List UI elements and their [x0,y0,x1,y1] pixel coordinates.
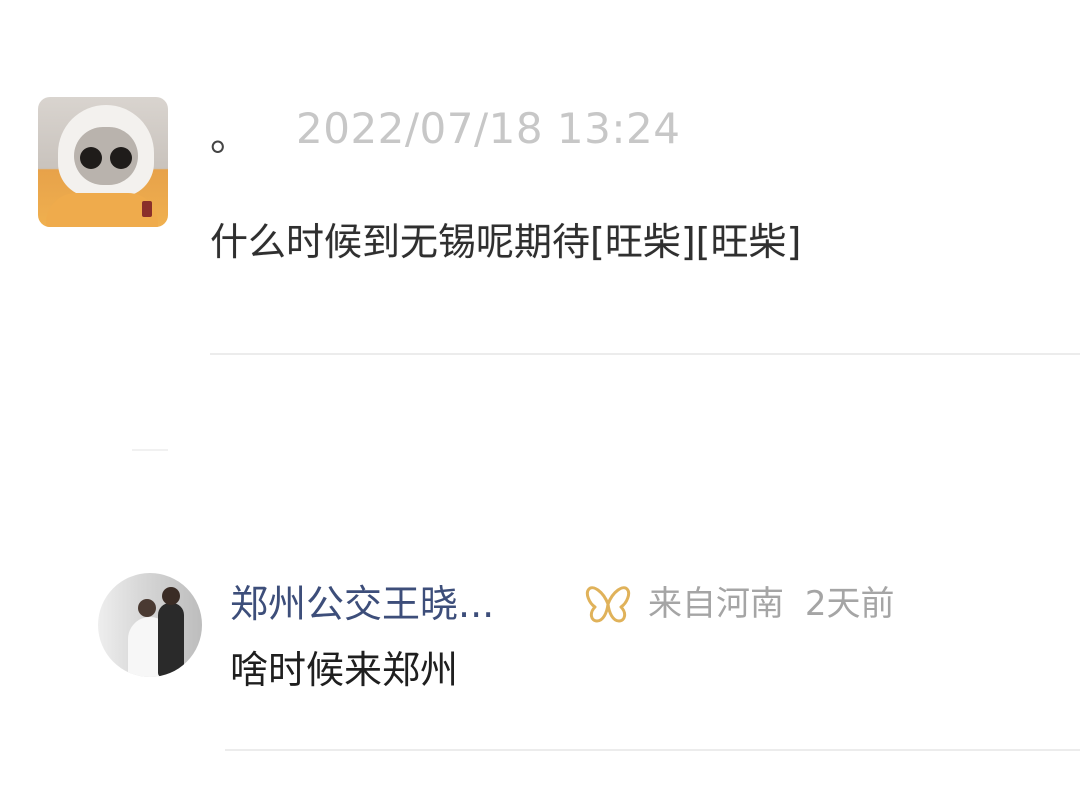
avatar[interactable] [98,573,202,677]
avatar-head-shape [162,587,180,605]
comment-timestamp: 2022/07/18 13:24 [296,104,681,153]
avatar[interactable] [38,97,168,227]
comment-meta: 来自河南 2天前 [648,582,894,626]
divider [225,749,1080,751]
avatar-badge-shape [142,201,152,217]
comment-author[interactable]: 。 [210,112,250,162]
butterfly-left-wing [585,586,610,623]
butterfly-right-wing [606,586,631,623]
avatar-glasses-left [80,147,102,169]
comment-time-ago: 2天前 [804,584,895,624]
comment-text: 啥时候来郑州 [230,648,459,692]
butterfly-vip-icon[interactable] [585,583,631,625]
divider [210,353,1080,355]
avatar-glasses-right [110,147,132,169]
comment-text: 什么时候到无锡呢期待[旺柴][旺柴] [210,220,802,264]
avatar-suit-shape [158,603,184,677]
comment-author[interactable]: 郑州公交王晓... [230,580,494,628]
avatar-head-shape [138,599,156,617]
comment-list: 。 2022/07/18 13:24 什么时候到无锡呢期待[旺柴][旺柴] 郑州… [0,0,1080,810]
comment-location: 来自河南 [648,584,784,624]
divider [132,449,168,451]
